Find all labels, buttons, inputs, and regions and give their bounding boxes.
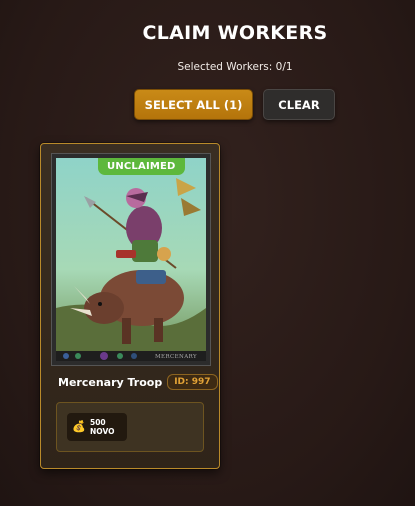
- worker-card-art: UNCLAIMED MERCENARY: [51, 153, 211, 366]
- clear-button[interactable]: CLEAR: [263, 89, 335, 120]
- status-badge: UNCLAIMED: [98, 158, 185, 175]
- select-all-button[interactable]: SELECT ALL (1): [134, 89, 253, 120]
- page-title: CLAIM WORKERS: [142, 22, 328, 44]
- card-caption: MERCENARY: [155, 354, 197, 360]
- reward-amount: 500: [90, 418, 106, 427]
- worker-id-badge: ID: 997: [167, 374, 218, 390]
- reward-currency: NOVO: [90, 427, 115, 436]
- selected-workers-count: Selected Workers: 0/1: [177, 61, 293, 73]
- reward-text: 500 NOVO: [90, 418, 115, 436]
- worker-name: Mercenary Troop: [58, 375, 163, 389]
- reward-pill: 💰 500 NOVO: [67, 413, 127, 441]
- mercenary-troop-illustration: [56, 158, 206, 361]
- worker-name-row: Mercenary Troop ID: 997: [58, 374, 218, 390]
- reward-box: 💰 500 NOVO: [56, 402, 204, 452]
- money-bag-icon: 💰: [72, 420, 86, 433]
- worker-card[interactable]: UNCLAIMED MERCENARY Mercenary Troop ID: …: [40, 143, 220, 469]
